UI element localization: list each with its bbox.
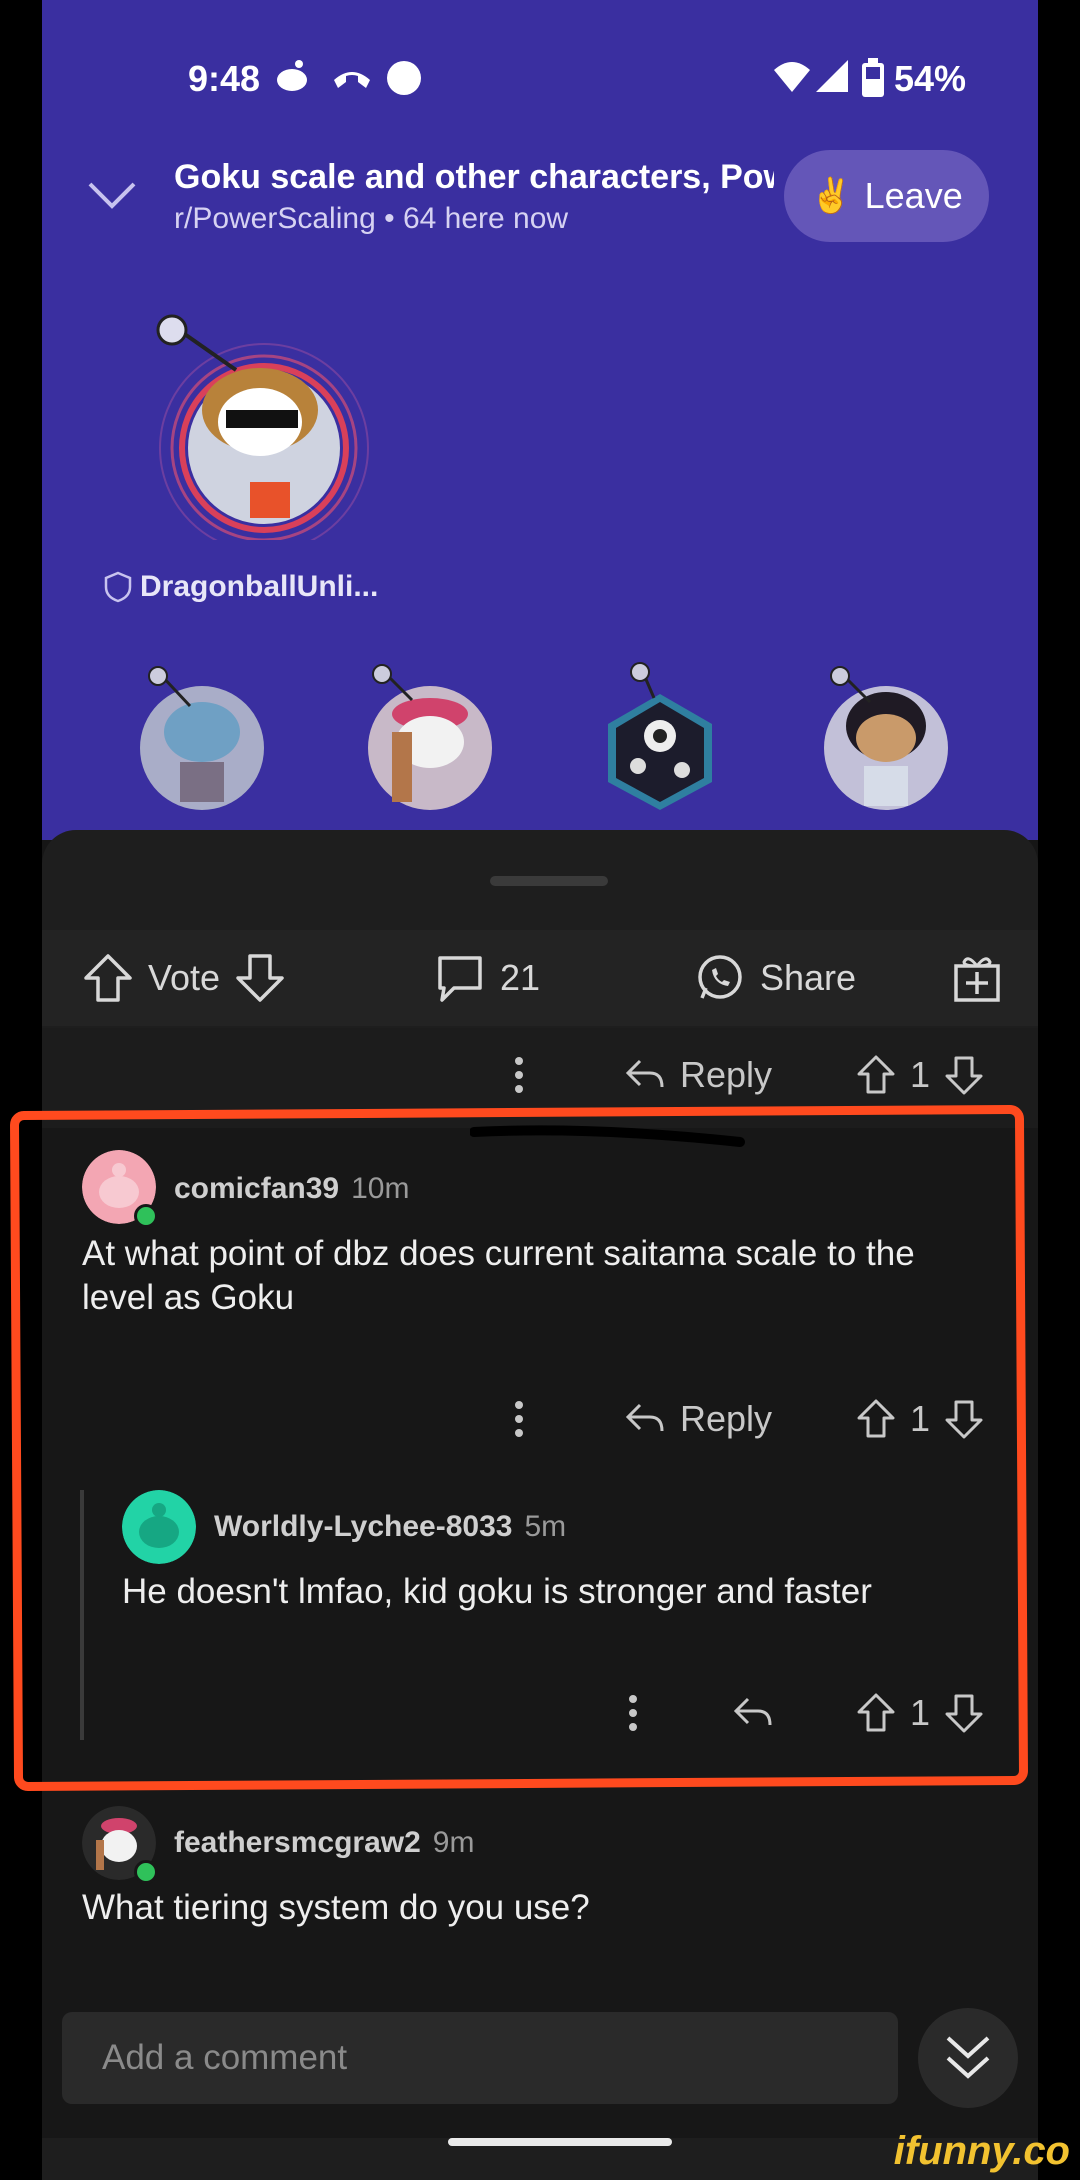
more-options-icon[interactable] xyxy=(512,1040,526,1110)
next-comment-button[interactable] xyxy=(918,2008,1018,2108)
signal-icon xyxy=(816,60,848,92)
leave-button[interactable]: ✌ Leave xyxy=(784,150,989,242)
host-avatar[interactable] xyxy=(132,300,372,540)
double-chevron-down-icon xyxy=(946,2036,990,2079)
comments-button[interactable]: 21 xyxy=(434,930,540,1026)
comment-username: feathersmcgraw2 xyxy=(174,1826,421,1859)
award-button[interactable] xyxy=(952,930,1002,1026)
comment-placeholder: Add a comment xyxy=(102,2038,348,2077)
battery-percent: 54% xyxy=(894,58,967,99)
wifi-icon xyxy=(774,62,810,92)
online-indicator xyxy=(134,1860,158,1884)
speaker-avatar-1[interactable] xyxy=(130,662,270,812)
whatsapp-icon xyxy=(698,955,742,999)
gesture-home-bar[interactable] xyxy=(448,2138,672,2146)
leave-label: Leave xyxy=(864,175,963,216)
moderator-shield-icon xyxy=(104,571,132,603)
comment-body: What tiering system do you use? xyxy=(82,1888,590,1927)
downvote-arrow-icon[interactable] xyxy=(234,952,286,1004)
subreddit-name[interactable]: r/PowerScaling xyxy=(174,202,376,235)
upvote-arrow-icon[interactable] xyxy=(856,1054,896,1096)
reply-arrow-icon xyxy=(625,1059,664,1088)
host-name[interactable]: DragonballUnli... xyxy=(104,570,378,604)
collapse-chevron-icon[interactable] xyxy=(86,178,138,212)
battery-icon xyxy=(862,58,884,97)
status-time: 9:48 xyxy=(188,58,261,99)
gift-icon xyxy=(954,957,1000,1002)
post-action-bar: Vote 21 Share xyxy=(42,930,1038,1026)
share-button[interactable]: Share xyxy=(694,930,856,1026)
vote-label: Vote xyxy=(148,957,221,998)
comment-vote-group: 1 xyxy=(856,1040,984,1110)
host-username: DragonballUnli... xyxy=(140,570,379,603)
comment-bubble-icon xyxy=(438,956,482,1002)
speaker-avatar-4[interactable] xyxy=(814,662,954,812)
post-subtitle: r/PowerScaling • 64 here now xyxy=(174,202,569,235)
upvote-arrow-icon[interactable] xyxy=(82,952,134,1004)
sheet-drag-handle[interactable] xyxy=(490,876,608,886)
comment-author[interactable]: feathersmcgraw2 9m xyxy=(174,1826,474,1860)
post-title: Goku scale and other characters, Pow xyxy=(174,158,774,196)
reply-button[interactable]: Reply xyxy=(624,1040,772,1110)
add-comment-input[interactable]: Add a comment xyxy=(62,2012,898,2104)
marker-scribble xyxy=(470,1125,745,1147)
record-icon xyxy=(387,61,421,95)
comment-time: 9m xyxy=(432,1826,475,1859)
live-header: 9:48 54% Goku scale and other characters… xyxy=(42,0,1038,840)
reply-label: Reply xyxy=(680,1054,773,1095)
phone-screen: 9:48 54% Goku scale and other characters… xyxy=(42,0,1038,2180)
missed-call-icon xyxy=(334,72,370,88)
highlight-annotation xyxy=(9,1104,1029,1792)
speaker-avatar-3[interactable] xyxy=(588,662,728,812)
share-label: Share xyxy=(760,957,857,998)
downvote-arrow-icon[interactable] xyxy=(944,1054,984,1096)
comment-count: 21 xyxy=(500,957,541,998)
speaker-avatar-2[interactable] xyxy=(358,662,498,812)
vote-group: Vote xyxy=(82,930,286,1026)
listener-count: 64 here now xyxy=(402,202,569,235)
reddit-notification-icon xyxy=(277,60,307,91)
comment-score: 1 xyxy=(910,1054,931,1095)
peace-hand-icon: ✌ xyxy=(810,177,853,215)
status-bar: 9:48 54% xyxy=(42,50,1038,110)
watermark: ifunny.co xyxy=(893,2129,1070,2173)
